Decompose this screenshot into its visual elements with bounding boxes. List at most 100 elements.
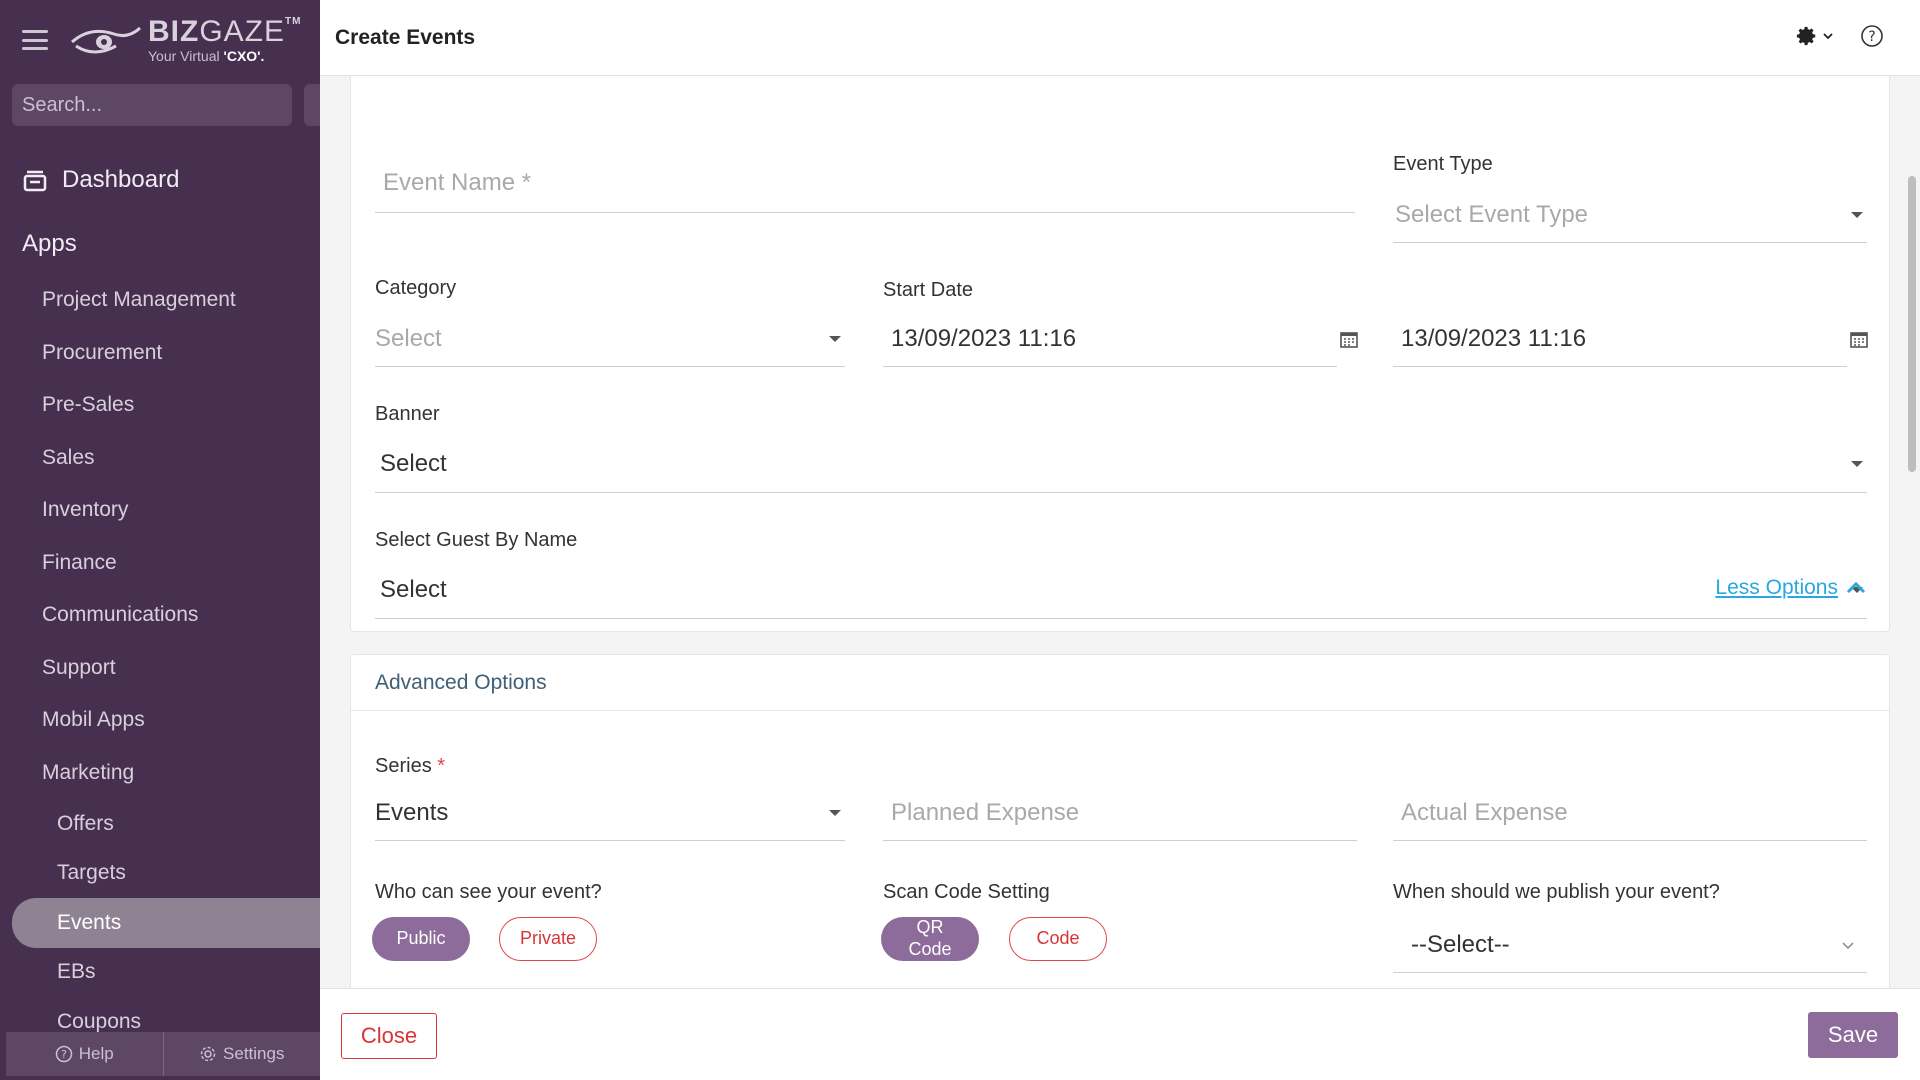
logo-tagline-bold: 'CXO'. [223, 48, 265, 64]
logo[interactable]: BIZGAZETM Your Virtual 'CXO'. [70, 17, 301, 63]
guest-value: Select [380, 575, 447, 603]
end-date-value: 13/09/2023 11:16 [1401, 324, 1587, 352]
svg-text:?: ? [61, 1048, 67, 1061]
calendar-icon[interactable] [1339, 329, 1359, 349]
logo-text: BIZGAZETM Your Virtual 'CXO'. [148, 15, 302, 64]
sidebar: BIZGAZETM Your Virtual 'CXO'. Dashboard … [0, 0, 320, 1080]
publish-select[interactable]: --Select-- [1393, 917, 1867, 973]
sidebar-item-marketing[interactable]: Marketing [0, 747, 320, 800]
banner-value: Select [380, 449, 447, 477]
hamburger-menu-icon[interactable] [22, 30, 48, 50]
sidebar-subitem-ebs[interactable]: EBs [0, 948, 320, 998]
settings-dropdown[interactable] [1796, 25, 1834, 47]
chevron-down-icon [1823, 33, 1833, 40]
less-options-link[interactable]: Less Options [1715, 576, 1866, 600]
sidebar-item-communications[interactable]: Communications [0, 589, 320, 642]
actual-expense-placeholder: Actual Expense [1401, 798, 1568, 826]
save-button[interactable]: Save [1808, 1012, 1898, 1058]
logo-brand-bold: BIZ [148, 15, 200, 48]
sidebar-subitem-offers[interactable]: Offers [0, 799, 320, 849]
search-side-tab[interactable] [304, 84, 320, 126]
logo-eye-icon [71, 26, 142, 54]
logo-brand-thin: GAZE [199, 15, 286, 48]
category-select[interactable]: Select [375, 311, 845, 367]
sidebar-item-dashboard[interactable]: Dashboard [22, 166, 179, 194]
modal-title: Create Events [335, 25, 476, 49]
sidebar-item-support[interactable]: Support [0, 642, 320, 695]
less-options-label: Less Options [1715, 576, 1838, 599]
public-option[interactable]: Public [372, 917, 470, 961]
help-button[interactable]: ? Help [6, 1032, 164, 1076]
sidebar-subitem-targets[interactable]: Targets [0, 849, 320, 899]
sidebar-subitem-events[interactable]: Events [12, 898, 320, 948]
dashboard-label: Dashboard [62, 166, 180, 193]
event-name-placeholder: Event Name * [383, 168, 532, 196]
sidebar-item-project-management[interactable]: Project Management [0, 274, 320, 327]
dashboard-icon [23, 170, 47, 192]
calendar-icon[interactable] [1849, 329, 1869, 349]
start-date-label: Start Date [883, 279, 974, 301]
help-icon: ? [55, 1045, 73, 1063]
start-date-input[interactable]: 13/09/2023 11:16 [883, 311, 1358, 367]
chevron-down-icon [829, 809, 841, 816]
sidebar-item-procurement[interactable]: Procurement [0, 327, 320, 380]
event-type-select[interactable]: Select Event Type [1393, 187, 1867, 243]
apps-heading: Apps [22, 230, 77, 257]
chevron-down-icon [1851, 460, 1863, 467]
chevron-down-icon [1851, 211, 1863, 218]
sidebar-header: BIZGAZETM Your Virtual 'CXO'. [0, 0, 320, 80]
planned-expense-placeholder: Planned Expense [891, 798, 1080, 826]
sidebar-search [12, 84, 292, 126]
code-option[interactable]: Code [1009, 917, 1107, 961]
svg-text:?: ? [1868, 29, 1875, 45]
scrollbar[interactable] [1908, 176, 1916, 472]
private-option[interactable]: Private [499, 917, 597, 961]
help-circle-icon[interactable]: ? [1860, 24, 1884, 48]
sidebar-item-sales[interactable]: Sales [0, 432, 320, 485]
actual-expense-field[interactable]: Actual Expense [1393, 785, 1867, 841]
banner-select[interactable]: Select [375, 435, 1867, 493]
settings-button[interactable]: Settings [164, 1032, 321, 1076]
search-input[interactable] [22, 93, 287, 117]
event-type-value: Select Event Type [1395, 200, 1589, 228]
modal-body[interactable]: Event Name * Event Type Select Event Typ… [320, 76, 1920, 988]
scan-code-label: Scan Code Setting [883, 881, 1050, 903]
sidebar-item-inventory[interactable]: Inventory [0, 484, 320, 537]
publish-value: --Select-- [1411, 930, 1510, 958]
advanced-options-card: Advanced Options Series * Events Planned… [350, 654, 1890, 988]
series-select[interactable]: Events [375, 785, 845, 841]
basic-details-card: Event Name * Event Type Select Event Typ… [350, 76, 1890, 632]
chevron-up-icon [1846, 581, 1866, 594]
advanced-options-title: Advanced Options [351, 655, 1889, 711]
close-button[interactable]: Close [341, 1013, 437, 1059]
planned-expense-field[interactable]: Planned Expense [883, 785, 1357, 841]
series-label-text: Series [375, 755, 432, 777]
series-value: Events [375, 798, 449, 826]
guest-label: Select Guest By Name [375, 529, 578, 551]
chevron-down-icon [829, 335, 841, 342]
modal-footer: Close Save [320, 988, 1920, 1080]
required-marker: * [437, 755, 446, 777]
sidebar-app-list: Project Management Procurement Pre-Sales… [0, 274, 320, 1047]
sidebar-item-finance[interactable]: Finance [0, 537, 320, 590]
gear-icon [1796, 26, 1816, 46]
help-label: Help [78, 1044, 114, 1063]
start-date-value: 13/09/2023 11:16 [891, 324, 1077, 352]
sidebar-item-pre-sales[interactable]: Pre-Sales [0, 379, 320, 432]
sidebar-footer: ? Help Settings [6, 1032, 320, 1076]
settings-label: Settings [223, 1044, 285, 1063]
visibility-label: Who can see your event? [375, 881, 602, 903]
guest-select[interactable]: Select [375, 561, 1867, 619]
event-type-label: Event Type [1393, 153, 1493, 175]
logo-tagline: Your Virtual [148, 48, 224, 64]
header-actions: ? [1796, 24, 1884, 48]
event-name-field[interactable]: Event Name * [375, 153, 1355, 213]
end-date-input[interactable]: 13/09/2023 11:16 [1393, 311, 1868, 367]
settings-icon [200, 1046, 216, 1062]
create-events-modal: Create Events ? Event Name * Event Type … [320, 0, 1920, 1080]
sidebar-item-mobil-apps[interactable]: Mobil Apps [0, 694, 320, 747]
category-value: Select [375, 324, 442, 352]
qr-code-option[interactable]: QR Code [881, 917, 979, 961]
category-label: Category [375, 277, 457, 299]
logo-trademark: TM [285, 16, 302, 27]
